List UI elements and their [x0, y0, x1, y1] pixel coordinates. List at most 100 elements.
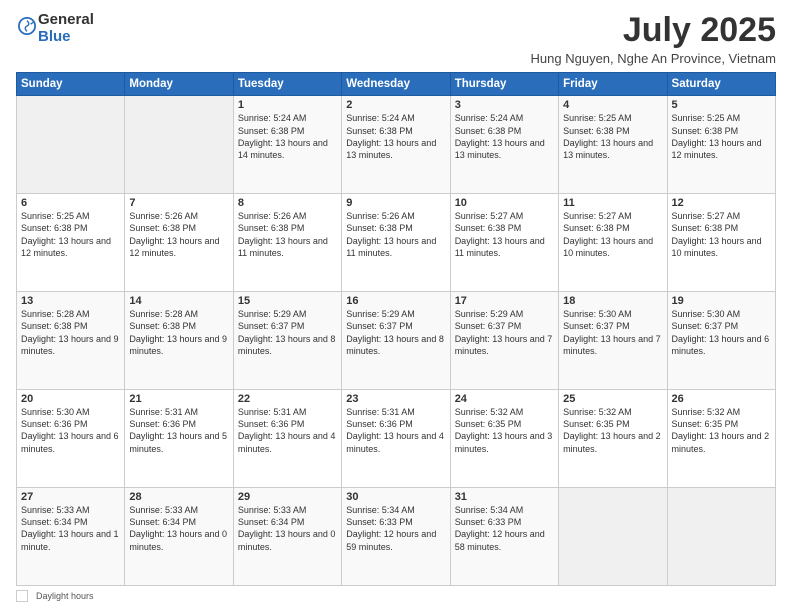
- header-thursday: Thursday: [450, 73, 558, 96]
- day-info: Sunrise: 5:32 AM Sunset: 6:35 PM Dayligh…: [563, 406, 662, 455]
- calendar-cell: 4Sunrise: 5:25 AM Sunset: 6:38 PM Daylig…: [559, 96, 667, 194]
- calendar-cell: 14Sunrise: 5:28 AM Sunset: 6:38 PM Dayli…: [125, 292, 233, 390]
- day-info: Sunrise: 5:32 AM Sunset: 6:35 PM Dayligh…: [672, 406, 771, 455]
- page: General Blue July 2025 Hung Nguyen, Nghe…: [0, 0, 792, 612]
- calendar-cell: [125, 96, 233, 194]
- day-number: 1: [238, 99, 337, 111]
- calendar-cell: 15Sunrise: 5:29 AM Sunset: 6:37 PM Dayli…: [233, 292, 341, 390]
- calendar-cell: [17, 96, 125, 194]
- calendar-cell: 24Sunrise: 5:32 AM Sunset: 6:35 PM Dayli…: [450, 390, 558, 488]
- header-sunday: Sunday: [17, 73, 125, 96]
- calendar-cell: 22Sunrise: 5:31 AM Sunset: 6:36 PM Dayli…: [233, 390, 341, 488]
- calendar-cell: 6Sunrise: 5:25 AM Sunset: 6:38 PM Daylig…: [17, 194, 125, 292]
- day-info: Sunrise: 5:27 AM Sunset: 6:38 PM Dayligh…: [563, 210, 662, 259]
- day-number: 6: [21, 197, 120, 209]
- header-saturday: Saturday: [667, 73, 775, 96]
- calendar-week-1: 1 Sunrise: 5:24 AM Sunset: 6:38 PM Daylig…: [17, 96, 776, 194]
- day-number: 17: [455, 295, 554, 307]
- day-info: Sunrise: 5:25 AM Sunset: 6:38 PM Dayligh…: [672, 112, 771, 161]
- day-info: Sunrise: 5:30 AM Sunset: 6:37 PM Dayligh…: [672, 308, 771, 357]
- calendar-cell: 8Sunrise: 5:26 AM Sunset: 6:38 PM Daylig…: [233, 194, 341, 292]
- daylight-label: Daylight hours: [36, 591, 94, 601]
- calendar-cell: 27Sunrise: 5:33 AM Sunset: 6:34 PM Dayli…: [17, 488, 125, 586]
- calendar-cell: 25Sunrise: 5:32 AM Sunset: 6:35 PM Dayli…: [559, 390, 667, 488]
- day-info: Sunrise: 5:33 AM Sunset: 6:34 PM Dayligh…: [129, 504, 228, 553]
- title-block: July 2025 Hung Nguyen, Nghe An Province,…: [531, 12, 776, 66]
- day-number: 27: [21, 491, 120, 503]
- logo-icon: [18, 17, 36, 35]
- day-number: 24: [455, 393, 554, 405]
- day-number: 28: [129, 491, 228, 503]
- day-number: 12: [672, 197, 771, 209]
- calendar-cell: 21Sunrise: 5:31 AM Sunset: 6:36 PM Dayli…: [125, 390, 233, 488]
- day-number: 7: [129, 197, 228, 209]
- day-info: Sunrise: 5:24 AM Sunset: 6:38 PM Dayligh…: [346, 112, 445, 161]
- calendar-cell: 20Sunrise: 5:30 AM Sunset: 6:36 PM Dayli…: [17, 390, 125, 488]
- calendar-cell: 7Sunrise: 5:26 AM Sunset: 6:38 PM Daylig…: [125, 194, 233, 292]
- day-info: Sunrise: 5:27 AM Sunset: 6:38 PM Dayligh…: [455, 210, 554, 259]
- calendar-cell: [667, 488, 775, 586]
- logo-blue-text: Blue: [38, 28, 71, 45]
- day-number: 5: [672, 99, 771, 111]
- day-number: 18: [563, 295, 662, 307]
- day-number: 25: [563, 393, 662, 405]
- day-number: 29: [238, 491, 337, 503]
- calendar-cell: 17Sunrise: 5:29 AM Sunset: 6:37 PM Dayli…: [450, 292, 558, 390]
- calendar-cell: 13Sunrise: 5:28 AM Sunset: 6:38 PM Dayli…: [17, 292, 125, 390]
- day-info: Sunrise: 5:27 AM Sunset: 6:38 PM Dayligh…: [672, 210, 771, 259]
- calendar-cell: 16Sunrise: 5:29 AM Sunset: 6:37 PM Dayli…: [342, 292, 450, 390]
- calendar-week-2: 6Sunrise: 5:25 AM Sunset: 6:38 PM Daylig…: [17, 194, 776, 292]
- day-number: 11: [563, 197, 662, 209]
- calendar-cell: 19Sunrise: 5:30 AM Sunset: 6:37 PM Dayli…: [667, 292, 775, 390]
- header-wednesday: Wednesday: [342, 73, 450, 96]
- day-info: Sunrise: 5:33 AM Sunset: 6:34 PM Dayligh…: [238, 504, 337, 553]
- day-info: Sunrise: 5:28 AM Sunset: 6:38 PM Dayligh…: [129, 308, 228, 357]
- header-tuesday: Tuesday: [233, 73, 341, 96]
- calendar-cell: 18Sunrise: 5:30 AM Sunset: 6:37 PM Dayli…: [559, 292, 667, 390]
- calendar-cell: 10Sunrise: 5:27 AM Sunset: 6:38 PM Dayli…: [450, 194, 558, 292]
- day-info: Sunrise: 5:31 AM Sunset: 6:36 PM Dayligh…: [346, 406, 445, 455]
- calendar-cell: 23Sunrise: 5:31 AM Sunset: 6:36 PM Dayli…: [342, 390, 450, 488]
- day-info: Sunrise: 5:29 AM Sunset: 6:37 PM Dayligh…: [455, 308, 554, 357]
- day-info: Sunrise: 5:33 AM Sunset: 6:34 PM Dayligh…: [21, 504, 120, 553]
- day-info: Sunrise: 5:30 AM Sunset: 6:36 PM Dayligh…: [21, 406, 120, 455]
- day-number: 23: [346, 393, 445, 405]
- day-info: Sunrise: 5:29 AM Sunset: 6:37 PM Dayligh…: [346, 308, 445, 357]
- calendar-cell: 12Sunrise: 5:27 AM Sunset: 6:38 PM Dayli…: [667, 194, 775, 292]
- day-info: Sunrise: 5:31 AM Sunset: 6:36 PM Dayligh…: [238, 406, 337, 455]
- logo: General Blue: [16, 12, 94, 45]
- day-number: 4: [563, 99, 662, 111]
- calendar-cell: 3Sunrise: 5:24 AM Sunset: 6:38 PM Daylig…: [450, 96, 558, 194]
- calendar-week-5: 27Sunrise: 5:33 AM Sunset: 6:34 PM Dayli…: [17, 488, 776, 586]
- day-number: 30: [346, 491, 445, 503]
- day-info: Sunrise: 5:34 AM Sunset: 6:33 PM Dayligh…: [455, 504, 554, 553]
- calendar-cell: 1Sunrise: 5:24 AM Sunset: 6:38 PM Daylig…: [233, 96, 341, 194]
- day-number: 19: [672, 295, 771, 307]
- day-number: 2: [346, 99, 445, 111]
- day-number: 13: [21, 295, 120, 307]
- header-friday: Friday: [559, 73, 667, 96]
- day-number: 10: [455, 197, 554, 209]
- calendar-cell: 28Sunrise: 5:33 AM Sunset: 6:34 PM Dayli…: [125, 488, 233, 586]
- day-number: 22: [238, 393, 337, 405]
- day-number: 8: [238, 197, 337, 209]
- footer: Daylight hours: [16, 590, 776, 602]
- day-info: Sunrise: 5:32 AM Sunset: 6:35 PM Dayligh…: [455, 406, 554, 455]
- month-title: July 2025: [531, 12, 776, 49]
- calendar-cell: 30Sunrise: 5:34 AM Sunset: 6:33 PM Dayli…: [342, 488, 450, 586]
- day-number: 20: [21, 393, 120, 405]
- calendar-week-3: 13 Sunrise: 5:28 AM Sunset: 6:38 PM Dayli…: [17, 292, 776, 390]
- day-number: 15: [238, 295, 337, 307]
- location: Hung Nguyen, Nghe An Province, Vietnam: [531, 51, 776, 66]
- calendar-cell: 31Sunrise: 5:34 AM Sunset: 6:33 PM Dayli…: [450, 488, 558, 586]
- day-info: Sunrise: 5:26 AM Sunset: 6:38 PM Dayligh…: [129, 210, 228, 259]
- day-info: Sunrise: 5:24 AM Sunset: 6:38 PM Dayligh…: [455, 112, 554, 161]
- calendar-cell: 2Sunrise: 5:24 AM Sunset: 6:38 PM Daylig…: [342, 96, 450, 194]
- day-info: Sunrise: 5:26 AM Sunset: 6:38 PM Dayligh…: [346, 210, 445, 259]
- day-number: 3: [455, 99, 554, 111]
- header: General Blue July 2025 Hung Nguyen, Nghe…: [16, 12, 776, 66]
- calendar-cell: 5Sunrise: 5:25 AM Sunset: 6:38 PM Daylig…: [667, 96, 775, 194]
- calendar-cell: 26Sunrise: 5:32 AM Sunset: 6:35 PM Dayli…: [667, 390, 775, 488]
- day-info: Sunrise: 5:30 AM Sunset: 6:37 PM Dayligh…: [563, 308, 662, 357]
- calendar-week-4: 20Sunrise: 5:30 AM Sunset: 6:36 PM Dayli…: [17, 390, 776, 488]
